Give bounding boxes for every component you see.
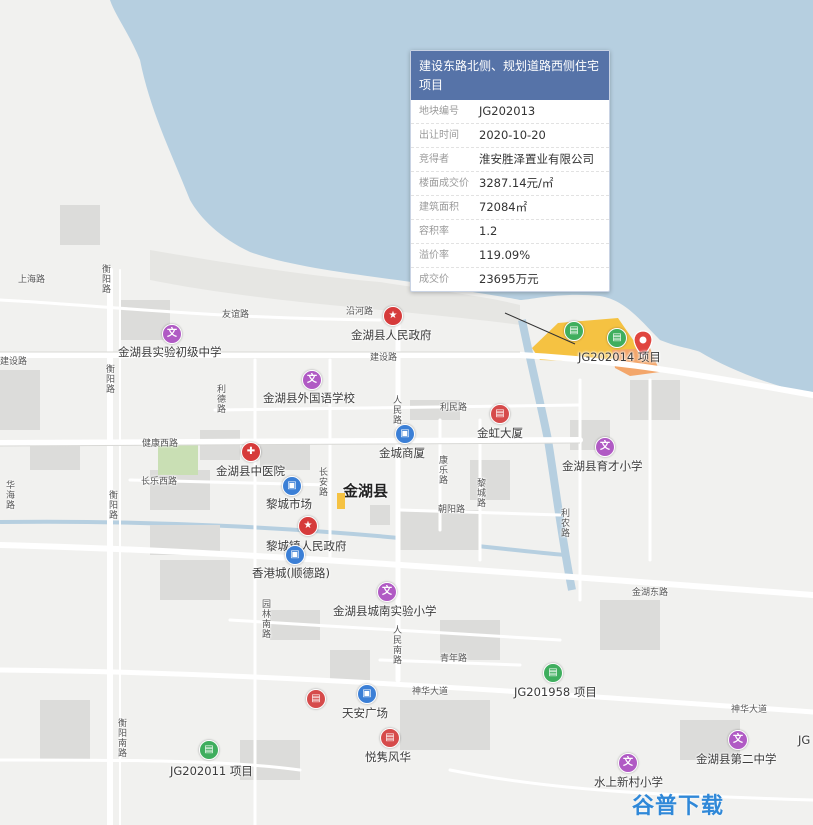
- road-label: 上海路: [18, 275, 46, 285]
- road-label: 健康西路: [142, 439, 179, 449]
- road-label: 青年路: [440, 654, 468, 664]
- popup-row: 成交价 23695万元: [411, 268, 609, 291]
- popup-row-key: 地块编号: [419, 106, 459, 117]
- park-area: [158, 445, 198, 475]
- road-label: 利农路: [559, 508, 569, 538]
- school-icon[interactable]: 文: [728, 730, 748, 750]
- road-label: 建设路: [0, 357, 28, 367]
- school-icon[interactable]: 文: [162, 324, 182, 344]
- popup-row-value: 23695万元: [479, 272, 539, 286]
- popup-row: 溢价率 119.09%: [411, 244, 609, 268]
- popup-row-key: 竞得者: [419, 154, 449, 165]
- poi-label-school-foreign[interactable]: 金湖县外国语学校: [263, 390, 355, 406]
- building-icon[interactable]: ▤: [490, 404, 510, 424]
- popup-row: 楼面成交价 3287.14元/㎡: [411, 172, 609, 196]
- poi-label-school-chengnan[interactable]: 金湖县城南实验小学: [333, 603, 437, 619]
- road-label: 衡阳路: [100, 264, 110, 294]
- popup-row-value: 1.2: [479, 224, 498, 238]
- road-label: 黎城路: [475, 478, 485, 508]
- popup-row-value: 淮安胜泽置业有限公司: [479, 152, 594, 166]
- road-label: 衡阳南路: [116, 718, 126, 758]
- watermark-logo: 谷普下载: [632, 794, 725, 819]
- shopping-bag-icon[interactable]: ▣: [395, 424, 415, 444]
- popup-row: 建筑面积 72084㎡: [411, 196, 609, 220]
- road-label: 沿河路: [346, 307, 374, 317]
- government-star-icon[interactable]: ★: [383, 306, 403, 326]
- residential-building-icon[interactable]: ▤: [543, 663, 563, 683]
- road-label: 朝阳路: [438, 505, 466, 515]
- government-star-icon[interactable]: ★: [298, 516, 318, 536]
- road-label: 神华大道: [731, 705, 768, 715]
- road-label: 长乐西路: [141, 477, 178, 487]
- popup-row-key: 建筑面积: [419, 202, 459, 213]
- popup-row: 出让时间 2020-10-20: [411, 124, 609, 148]
- popup-row-value: 2020-10-20: [479, 128, 546, 142]
- county-name-label: 金湖县: [343, 482, 389, 500]
- poi-label-jincheng[interactable]: 金城商厦: [379, 445, 425, 461]
- building-icon[interactable]: ▤: [380, 728, 400, 748]
- poi-label-school-yucai[interactable]: 金湖县育才小学: [562, 458, 643, 474]
- road-label: 友谊路: [222, 310, 250, 320]
- shopping-bag-icon[interactable]: ▣: [282, 476, 302, 496]
- popup-row-key: 出让时间: [419, 130, 459, 141]
- popup-row: 容积率 1.2: [411, 220, 609, 244]
- school-icon[interactable]: 文: [377, 582, 397, 602]
- road-label: 神华大道: [412, 687, 449, 697]
- popup-row-key: 容积率: [419, 226, 449, 237]
- road-label: 金湖东路: [632, 588, 669, 598]
- road-label: 康乐路: [437, 455, 447, 485]
- road-label: 园林南路: [260, 599, 270, 639]
- popup-row: 竞得者 淮安胜泽置业有限公司: [411, 148, 609, 172]
- popup-row-value: JG202013: [479, 104, 536, 118]
- hospital-cross-icon[interactable]: ✚: [241, 442, 261, 462]
- shopping-bag-icon[interactable]: ▣: [357, 684, 377, 704]
- road-label: 建设路: [370, 353, 398, 363]
- popup-title: 建设东路北侧、规划道路西侧住宅项目: [411, 51, 609, 100]
- popup-row-value: 72084㎡: [479, 200, 528, 214]
- popup-row-key: 楼面成交价: [419, 178, 469, 189]
- popup-row: 地块编号 JG202013: [411, 100, 609, 124]
- road-label: 利民路: [440, 403, 468, 413]
- road-label: 利德路: [215, 384, 225, 414]
- map-canvas[interactable]: [0, 0, 813, 825]
- school-icon[interactable]: 文: [302, 370, 322, 390]
- school-icon[interactable]: 文: [595, 437, 615, 457]
- poi-label-school-shiyan[interactable]: 金湖县实验初级中学: [118, 344, 222, 360]
- poi-label-licheng-market[interactable]: 黎城市场: [266, 496, 312, 512]
- school-icon[interactable]: 文: [618, 753, 638, 773]
- poi-label-school-second-mid[interactable]: 金湖县第二中学: [696, 751, 777, 767]
- residential-building-icon[interactable]: ▤: [564, 321, 584, 341]
- poi-label-project-1958[interactable]: JG201958 项目: [514, 684, 597, 700]
- popup-row-key: 成交价: [419, 274, 449, 285]
- poi-label-project-2011[interactable]: JG202011 项目: [170, 763, 253, 779]
- land-info-popup[interactable]: 建设东路北侧、规划道路西侧住宅项目 地块编号 JG202013 出让时间 202…: [410, 50, 610, 292]
- poi-label-hospital[interactable]: 金湖县中医院: [216, 463, 285, 479]
- poi-label-jinhong[interactable]: 金虹大厦: [477, 425, 523, 441]
- county-marker-rect: [337, 493, 345, 509]
- popup-row-key: 溢价率: [419, 250, 449, 261]
- road-label: 长安路: [317, 467, 327, 497]
- poi-label-tianan[interactable]: 天安广场: [342, 705, 388, 721]
- poi-label-yuejun[interactable]: 悦隽风华: [365, 749, 411, 765]
- building-icon[interactable]: ▤: [306, 689, 326, 709]
- road-label: 人民路: [391, 395, 401, 425]
- residential-building-icon[interactable]: ▤: [607, 328, 627, 348]
- residential-building-icon[interactable]: ▤: [199, 740, 219, 760]
- poi-label-hongkong-city[interactable]: 香港城(顺德路): [252, 565, 330, 581]
- popup-row-value: 3287.14元/㎡: [479, 176, 554, 190]
- poi-label-edge[interactable]: JG: [798, 733, 810, 747]
- poi-label-gov-county[interactable]: 金湖县人民政府: [351, 327, 432, 343]
- poi-label-gov-licheng[interactable]: 黎城镇人民政府: [266, 538, 347, 554]
- popup-row-value: 119.09%: [479, 248, 531, 262]
- road-label: 人民南路: [391, 625, 401, 665]
- road-label: 衡阳路: [104, 364, 114, 394]
- road-label: 衡阳路: [107, 490, 117, 520]
- shopping-bag-icon[interactable]: ▣: [285, 545, 305, 565]
- road-label: 华海路: [4, 480, 14, 510]
- poi-label-project-2014[interactable]: JG202014 项目: [578, 349, 661, 365]
